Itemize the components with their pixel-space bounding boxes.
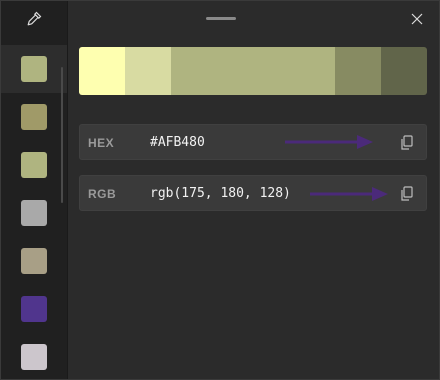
color-shade[interactable] xyxy=(335,47,381,95)
copy-icon[interactable] xyxy=(400,135,414,151)
history-item[interactable] xyxy=(1,285,67,333)
arrow-right-icon xyxy=(285,135,373,149)
history-item[interactable] xyxy=(1,45,67,93)
rgb-label: RGB xyxy=(88,187,117,201)
color-swatch xyxy=(21,248,47,274)
drag-handle[interactable] xyxy=(206,17,236,20)
history-item[interactable] xyxy=(1,237,67,285)
eyedropper-icon xyxy=(27,11,42,26)
history-item[interactable] xyxy=(1,189,67,237)
color-shades-bar xyxy=(79,47,427,95)
color-swatch xyxy=(21,56,47,82)
history-item[interactable] xyxy=(1,93,67,141)
hex-value[interactable]: #AFB480 xyxy=(150,125,205,161)
color-swatch xyxy=(21,344,47,370)
close-icon xyxy=(411,13,423,25)
history-item[interactable] xyxy=(1,333,67,379)
close-button[interactable] xyxy=(405,7,429,31)
pick-color-button[interactable] xyxy=(1,1,67,37)
color-history-sidebar xyxy=(1,1,68,379)
rgb-value[interactable]: rgb(175, 180, 128) xyxy=(150,176,291,212)
history-scrollbar[interactable] xyxy=(61,67,63,203)
color-swatch xyxy=(21,152,47,178)
color-shade[interactable] xyxy=(381,47,427,95)
color-history-list xyxy=(1,45,67,379)
color-swatch xyxy=(21,200,47,226)
hex-label: HEX xyxy=(88,136,115,150)
arrow-right-icon xyxy=(310,187,388,201)
color-swatch xyxy=(21,104,47,130)
color-shade[interactable] xyxy=(79,47,125,95)
color-shade[interactable] xyxy=(125,47,171,95)
color-picker-window: HEX #AFB480 RGB rgb(175, 180, 128) xyxy=(0,0,440,380)
copy-icon[interactable] xyxy=(400,186,414,202)
color-swatch xyxy=(21,296,47,322)
history-item[interactable] xyxy=(1,141,67,189)
current-color-shade[interactable] xyxy=(171,47,335,95)
